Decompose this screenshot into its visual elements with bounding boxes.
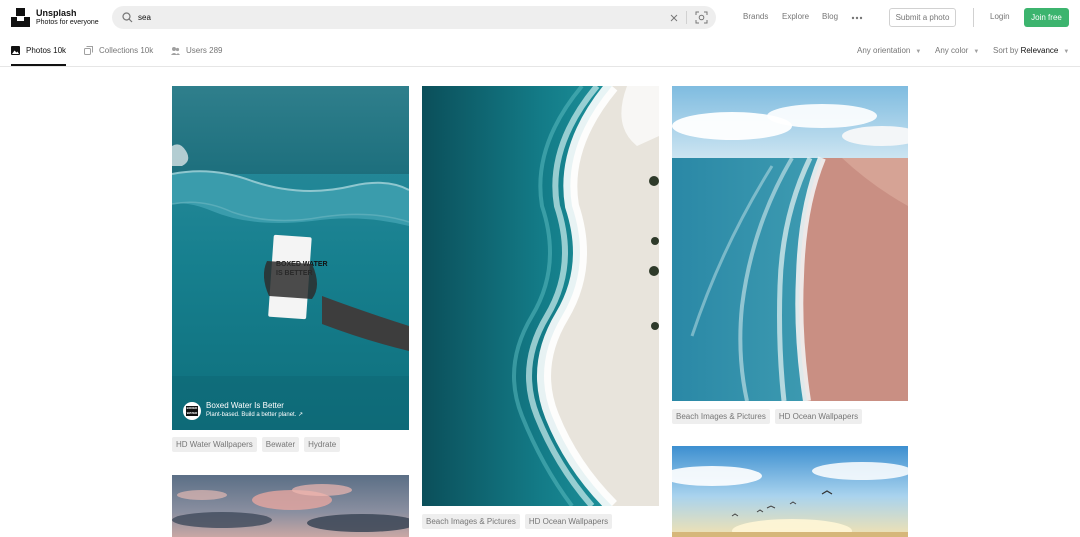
- color-filter-label: Any color: [935, 46, 969, 55]
- chevron-down-icon: ▼: [973, 49, 980, 55]
- more-options-icon[interactable]: [851, 16, 863, 20]
- sponsor-title: Boxed Water Is Better: [206, 401, 284, 410]
- header-divider: [973, 8, 974, 27]
- tab-collections-label: Collections 10k: [99, 46, 154, 55]
- sort-value: Relevance: [1020, 46, 1059, 55]
- tab-users[interactable]: Users 289: [171, 36, 231, 66]
- birds-sunset-image: [672, 446, 908, 537]
- brand[interactable]: Unsplash Photos for everyone: [36, 8, 99, 28]
- nav-brands[interactable]: Brands: [743, 12, 768, 21]
- brand-tagline: Photos for everyone: [36, 19, 99, 26]
- photo-tags-col2: Beach Images & Pictures HD Ocean Wallpap…: [422, 514, 613, 529]
- sunset-clouds-image: [172, 475, 409, 537]
- tag-bewater[interactable]: Bewater: [261, 437, 300, 452]
- visual-search-icon[interactable]: [695, 11, 708, 24]
- join-free-button[interactable]: Join free: [1024, 8, 1069, 27]
- tag-hd-water-wallpapers[interactable]: HD Water Wallpapers: [172, 437, 257, 452]
- search-divider: [686, 11, 687, 24]
- submit-photo-button[interactable]: Submit a photo: [889, 8, 956, 27]
- photo-shoreline[interactable]: [672, 86, 908, 401]
- collections-icon: [84, 46, 93, 55]
- underwater-carton-image: BOXED WATERIS BETTER: [172, 86, 409, 430]
- tag-beach-images[interactable]: Beach Images & Pictures: [672, 409, 770, 424]
- photo-tags-col1: HD Water Wallpapers Bewater Hydrate: [172, 437, 341, 452]
- users-icon: [171, 47, 180, 55]
- photo-underwater-carton[interactable]: BOXED WATERIS BETTER: [172, 86, 409, 430]
- clear-search-icon[interactable]: [669, 13, 679, 23]
- photo-birds-sunset[interactable]: [672, 446, 908, 537]
- chevron-down-icon: ▼: [1063, 49, 1070, 55]
- tag-hd-ocean-wallpapers[interactable]: HD Ocean Wallpapers: [774, 409, 863, 424]
- avatar-label: BOXED WATER: [186, 406, 198, 416]
- tab-photos-label: Photos 10k: [26, 46, 67, 55]
- orientation-filter-label: Any orientation: [857, 46, 911, 55]
- nav-explore[interactable]: Explore: [782, 12, 809, 21]
- tab-collections[interactable]: Collections 10k: [84, 36, 159, 66]
- sponsor-subtitle: Plant-based. Build a better planet. ↗: [206, 412, 304, 418]
- tab-users-label: Users 289: [186, 46, 223, 55]
- photo-tags-col3: Beach Images & Pictures HD Ocean Wallpap…: [672, 409, 863, 424]
- nav-blog[interactable]: Blog: [822, 12, 838, 21]
- sort-prefix: Sort by: [993, 46, 1019, 55]
- tag-hd-ocean-wallpapers[interactable]: HD Ocean Wallpapers: [524, 514, 613, 529]
- tab-photos[interactable]: Photos 10k: [11, 36, 66, 66]
- search-icon[interactable]: [122, 12, 133, 23]
- aerial-waves-image: [422, 86, 659, 506]
- color-filter[interactable]: Any color ▼: [935, 46, 979, 55]
- photo-aerial-waves[interactable]: [422, 86, 659, 506]
- search-input[interactable]: [138, 9, 658, 26]
- search-bar: [112, 6, 716, 29]
- chevron-down-icon: ▼: [915, 49, 922, 55]
- tag-hydrate[interactable]: Hydrate: [304, 437, 341, 452]
- login-link[interactable]: Login: [990, 12, 1010, 21]
- orientation-filter[interactable]: Any orientation ▼: [857, 46, 921, 55]
- shoreline-image: [672, 86, 908, 401]
- photo-icon: [11, 46, 20, 55]
- unsplash-logo-icon[interactable]: [11, 8, 30, 27]
- brand-name: Unsplash: [36, 8, 77, 18]
- sort-filter[interactable]: Sort by Relevance ▼: [993, 46, 1069, 55]
- photo-sunset-clouds[interactable]: [172, 475, 409, 537]
- top-header: Unsplash Photos for everyone Brands Expl…: [0, 0, 1080, 36]
- sponsor-avatar: BOXED WATER: [183, 402, 201, 420]
- tag-beach-images[interactable]: Beach Images & Pictures: [422, 514, 520, 529]
